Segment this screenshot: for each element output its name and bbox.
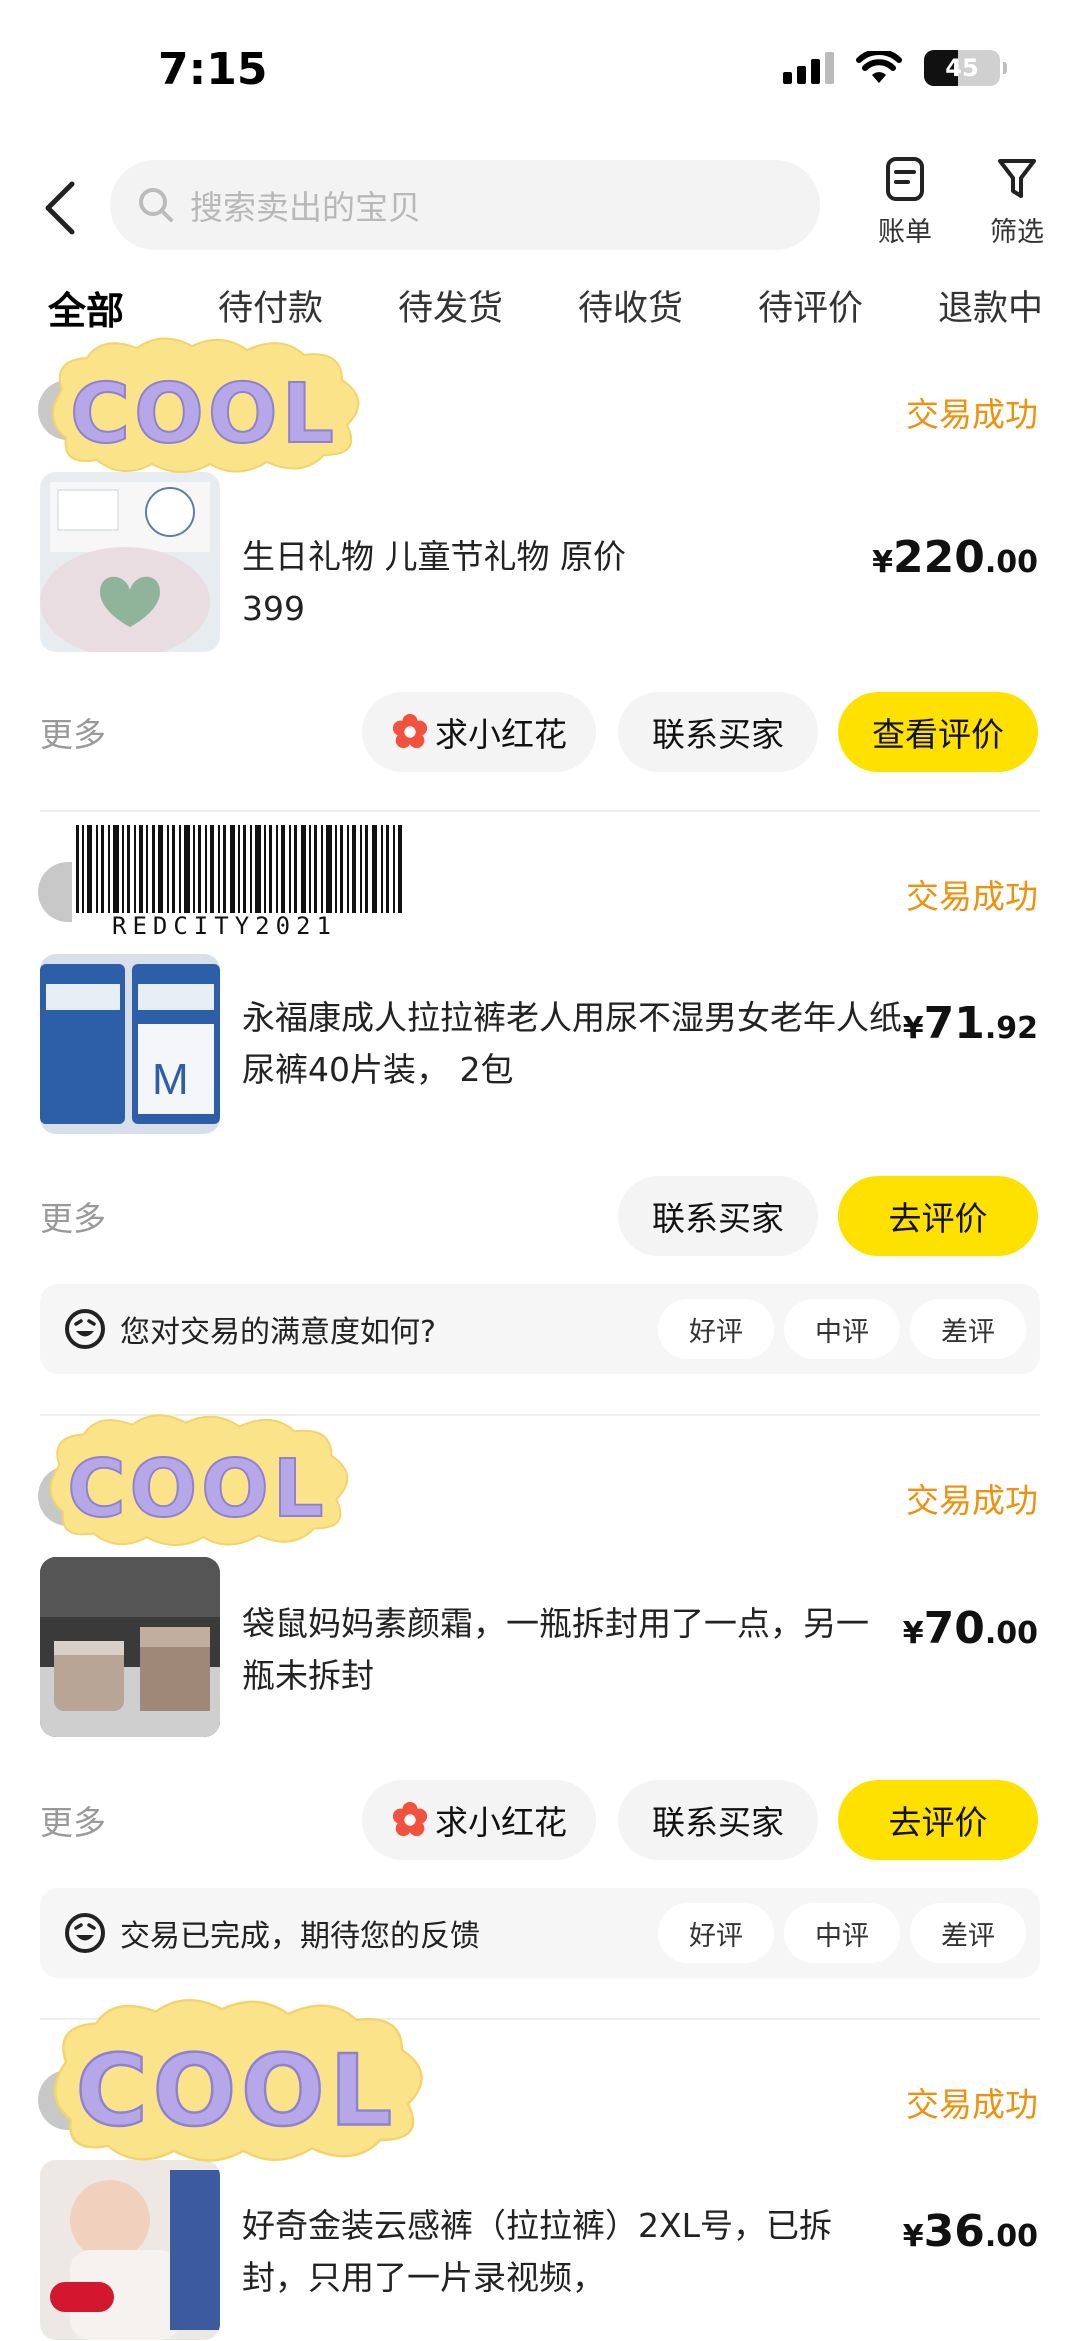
price-decimal: .00 [984,2219,1038,2254]
status-icons: 45 [783,50,1007,86]
rating-good-button[interactable]: 好评 [658,1903,774,1963]
battery-level: 45 [945,54,979,82]
svg-text:M: M [152,1055,189,1104]
price-decimal: .00 [984,1616,1038,1651]
product-image[interactable]: M [40,954,220,1134]
rating-neutral-button[interactable]: 中评 [784,1903,900,1963]
divider [40,810,1040,812]
price-currency: ¥ [872,545,893,580]
bill-button[interactable]: 账单 [860,156,950,249]
cellular-signal-icon [783,52,834,84]
more-link[interactable]: 更多 [40,1192,106,1240]
tab-pending-payment[interactable]: 待付款 [218,280,323,331]
contact-buyer-button[interactable]: 联系买家 [618,692,818,772]
satisfaction-survey: 您对交易的满意度如何? 好评 中评 差评 [40,1284,1040,1374]
flower-icon [392,713,428,749]
write-review-button[interactable]: 去评价 [838,1780,1038,1860]
rating-good-button[interactable]: 好评 [658,1299,774,1359]
cool-sticker-text: COOL [76,2034,397,2148]
price-currency: ¥ [902,1011,924,1046]
cool-sticker: COOL [49,1414,349,1547]
request-flower-button[interactable]: 求小红花 [362,1780,596,1860]
request-flower-label: 求小红花 [435,1803,567,1842]
search-icon [139,188,173,222]
rating-bad-button[interactable]: 差评 [910,1299,1026,1359]
filter-button[interactable]: 筛选 [972,156,1062,249]
cool-sticker-text: COOL [70,367,338,462]
order-status: 交易成功 [906,1481,1038,1520]
wifi-icon [856,51,902,83]
product-price: ¥70.00 [903,1603,1038,1654]
price-currency: ¥ [902,1616,924,1651]
barcode-text: REDCITY2021 [112,912,337,940]
rating-neutral-button[interactable]: 中评 [784,1299,900,1359]
price-decimal: .92 [984,1011,1038,1046]
search-header: 搜索卖出的宝贝 账单 筛选 [0,150,1080,270]
rating-bad-button[interactable]: 差评 [910,1903,1026,1963]
search-input[interactable]: 搜索卖出的宝贝 [110,160,820,250]
more-link[interactable]: 更多 [40,708,106,756]
price-integer: 220 [892,532,985,583]
status-time: 7:15 [158,44,268,95]
flower-icon [392,1801,428,1837]
product-price: ¥36.00 [903,2206,1038,2257]
tab-pending-shipment[interactable]: 待发货 [398,280,503,331]
order-status: 交易成功 [906,395,1038,434]
tab-pending-receipt[interactable]: 待收货 [578,280,683,331]
product-image[interactable] [40,2160,220,2340]
tab-pending-review[interactable]: 待评价 [758,280,863,331]
filter-icon [998,159,1036,198]
product-title[interactable]: 生日礼物 儿童节礼物 原价399 [242,531,662,635]
contact-buyer-button[interactable]: 联系买家 [618,1780,818,1860]
smile-icon [65,1913,105,1953]
product-title[interactable]: 袋鼠妈妈素颜霜，一瓶拆封用了一点，另一瓶未拆封 [242,1598,882,1702]
write-review-button[interactable]: 去评价 [838,1176,1038,1256]
order-status: 交易成功 [906,2085,1038,2124]
more-link[interactable]: 更多 [40,1796,106,1844]
satisfaction-survey: 交易已完成，期待您的反馈 好评 中评 差评 [40,1888,1040,1978]
price-integer: 71 [923,998,985,1049]
product-title[interactable]: 永福康成人拉拉裤老人用尿不湿男女老年人纸尿裤40片装， 2包 [242,992,912,1096]
bill-label: 账单 [878,217,932,248]
product-image[interactable] [40,1557,220,1737]
product-image[interactable] [40,472,220,652]
battery-icon: 45 [924,50,1007,86]
order-status: 交易成功 [906,877,1038,916]
survey-question-text: 您对交易的满意度如何? [120,1315,436,1350]
contact-buyer-button[interactable]: 联系买家 [618,1176,818,1256]
price-currency: ¥ [902,2219,924,2254]
product-price: ¥71.92 [903,998,1038,1049]
price-integer: 70 [923,1603,985,1654]
cool-sticker: COOL [53,1998,423,2162]
search-placeholder: 搜索卖出的宝贝 [190,188,421,227]
filter-label: 筛选 [990,217,1044,248]
product-title[interactable]: 好奇金装云感裤（拉拉裤）2XL号，已拆封，只用了一片录视频， [242,2200,882,2304]
request-flower-button[interactable]: 求小红花 [362,692,596,772]
product-price: ¥220.00 [872,532,1038,583]
cool-sticker: COOL [52,337,360,473]
tab-all[interactable]: 全部 [45,280,127,335]
view-review-button[interactable]: 查看评价 [838,692,1038,772]
cool-sticker-text: COOL [67,1442,327,1535]
request-flower-label: 求小红花 [435,715,567,754]
price-decimal: .00 [984,545,1038,580]
barcode-icon [76,825,402,913]
survey-question: 您对交易的满意度如何? [64,1284,436,1374]
tab-refunding[interactable]: 退款中 [938,280,1043,331]
survey-question: 交易已完成，期待您的反馈 [64,1888,480,1978]
status-bar: 7:15 45 [0,0,1080,140]
survey-question-text: 交易已完成，期待您的反馈 [120,1919,480,1954]
price-integer: 36 [923,2206,985,2257]
bill-icon [886,157,924,201]
back-arrow-icon[interactable] [40,178,80,238]
smile-icon [65,1309,105,1349]
barcode-sticker: REDCITY2021 [72,825,412,940]
